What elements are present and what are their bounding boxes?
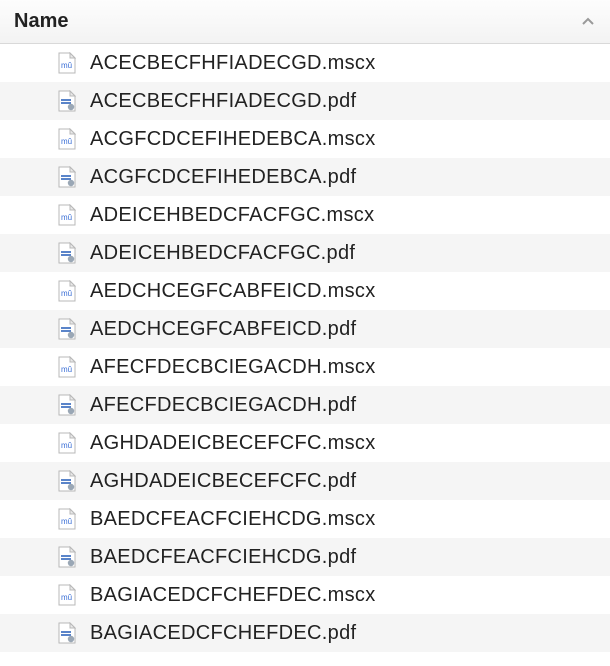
file-name: ACECBECFHFIADECGD.pdf	[90, 90, 356, 113]
svg-text:mû: mû	[61, 289, 72, 298]
file-row[interactable]: ACGFCDCEFIHEDEBCA.pdf	[0, 158, 610, 196]
column-header[interactable]: Name	[0, 0, 610, 44]
musescore-file-icon: mû	[58, 52, 76, 74]
svg-text:mû: mû	[61, 365, 72, 374]
file-row[interactable]: BAGIACEDCFCHEFDEC.pdf	[0, 614, 610, 652]
file-row[interactable]: AFECFDECBCIEGACDH.pdf	[0, 386, 610, 424]
musescore-file-icon: mû	[58, 432, 76, 454]
pdf-file-icon	[58, 622, 76, 644]
file-row[interactable]: ADEICEHBEDCFACFGC.pdf	[0, 234, 610, 272]
file-name: BAGIACEDCFCHEFDEC.mscx	[90, 584, 376, 607]
file-row[interactable]: mû ACECBECFHFIADECGD.mscx	[0, 44, 610, 82]
file-name: AFECFDECBCIEGACDH.mscx	[90, 356, 376, 379]
file-row[interactable]: mû ADEICEHBEDCFACFGC.mscx	[0, 196, 610, 234]
svg-text:mû: mû	[61, 593, 72, 602]
file-row[interactable]: BAEDCFEACFCIEHCDG.pdf	[0, 538, 610, 576]
file-name: ADEICEHBEDCFACFGC.pdf	[90, 242, 355, 265]
svg-text:mû: mû	[61, 61, 72, 70]
file-name: BAEDCFEACFCIEHCDG.pdf	[90, 546, 356, 569]
file-row[interactable]: mû ACGFCDCEFIHEDEBCA.mscx	[0, 120, 610, 158]
file-name: AGHDADEICBECEFCFC.pdf	[90, 470, 356, 493]
file-name: ACECBECFHFIADECGD.mscx	[90, 52, 376, 75]
file-name: BAEDCFEACFCIEHCDG.mscx	[90, 508, 376, 531]
file-name: AEDCHCEGFCABFEICD.mscx	[90, 280, 376, 303]
file-row[interactable]: mû AEDCHCEGFCABFEICD.mscx	[0, 272, 610, 310]
column-header-label: Name	[14, 10, 68, 33]
musescore-file-icon: mû	[58, 204, 76, 226]
pdf-file-icon	[58, 546, 76, 568]
file-name: BAGIACEDCFCHEFDEC.pdf	[90, 622, 356, 645]
musescore-file-icon: mû	[58, 356, 76, 378]
musescore-file-icon: mû	[58, 584, 76, 606]
musescore-file-icon: mû	[58, 508, 76, 530]
musescore-file-icon: mû	[58, 280, 76, 302]
file-name: AFECFDECBCIEGACDH.pdf	[90, 394, 356, 417]
file-row[interactable]: ACECBECFHFIADECGD.pdf	[0, 82, 610, 120]
file-row[interactable]: AEDCHCEGFCABFEICD.pdf	[0, 310, 610, 348]
file-name: ADEICEHBEDCFACFGC.mscx	[90, 204, 374, 227]
file-row[interactable]: mû AGHDADEICBECEFCFC.mscx	[0, 424, 610, 462]
file-row[interactable]: mû BAGIACEDCFCHEFDEC.mscx	[0, 576, 610, 614]
pdf-file-icon	[58, 90, 76, 112]
pdf-file-icon	[58, 242, 76, 264]
pdf-file-icon	[58, 394, 76, 416]
svg-text:mû: mû	[61, 213, 72, 222]
file-name: ACGFCDCEFIHEDEBCA.mscx	[90, 128, 376, 151]
pdf-file-icon	[58, 318, 76, 340]
file-list: mû ACECBECFHFIADECGD.mscx ACECBECFHFIADE…	[0, 44, 610, 652]
file-name: ACGFCDCEFIHEDEBCA.pdf	[90, 166, 356, 189]
pdf-file-icon	[58, 470, 76, 492]
svg-text:mû: mû	[61, 137, 72, 146]
file-row[interactable]: mû BAEDCFEACFCIEHCDG.mscx	[0, 500, 610, 538]
file-name: AEDCHCEGFCABFEICD.pdf	[90, 318, 356, 341]
musescore-file-icon: mû	[58, 128, 76, 150]
svg-text:mû: mû	[61, 441, 72, 450]
svg-text:mû: mû	[61, 517, 72, 526]
pdf-file-icon	[58, 166, 76, 188]
file-row[interactable]: mû AFECFDECBCIEGACDH.mscx	[0, 348, 610, 386]
file-row[interactable]: AGHDADEICBECEFCFC.pdf	[0, 462, 610, 500]
sort-ascending-icon	[580, 14, 596, 30]
file-name: AGHDADEICBECEFCFC.mscx	[90, 432, 376, 455]
